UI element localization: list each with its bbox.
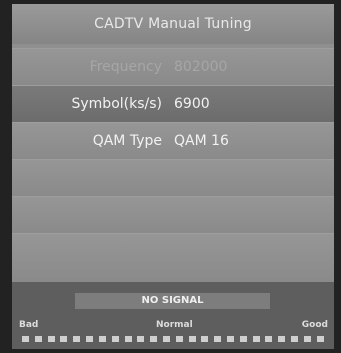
dialog-title: CADTV Manual Tuning: [12, 4, 334, 44]
symbol-rate-value[interactable]: 6900: [174, 86, 210, 122]
empty-row: [12, 233, 334, 282]
meter-segment: [111, 336, 119, 342]
frequency-label: Frequency: [89, 59, 162, 75]
meter-segment: [227, 336, 234, 342]
signal-level-bad-label: Bad: [19, 320, 39, 330]
signal-level-good-label: Good: [301, 320, 328, 330]
meter-segment: [162, 336, 170, 342]
meter-segment: [137, 336, 145, 342]
meter-segment: [252, 336, 260, 342]
meter-segment: [278, 336, 286, 342]
meter-segment: [60, 336, 68, 342]
empty-row: [12, 196, 334, 233]
meter-segment: [239, 336, 247, 342]
signal-strength-meter: [22, 336, 324, 342]
meter-segment: [98, 336, 106, 342]
empty-row: [12, 159, 334, 196]
frequency-value[interactable]: 802000: [174, 49, 227, 85]
symbol-rate-label: Symbol(ks/s): [71, 96, 163, 112]
meter-segment: [34, 336, 42, 342]
frequency-row[interactable]: Frequency 802000: [12, 48, 334, 85]
meter-segment: [124, 336, 132, 342]
signal-level-normal-label: Normal: [156, 320, 193, 330]
signal-status-bar: NO SIGNAL: [75, 293, 270, 309]
signal-panel: NO SIGNAL Bad Normal Good: [12, 282, 334, 349]
meter-segment: [47, 336, 55, 342]
meter-segment: [86, 336, 94, 342]
meter-segment: [73, 336, 81, 342]
meter-segment: [303, 336, 311, 342]
meter-segment: [22, 336, 29, 342]
meter-segment: [150, 336, 158, 342]
qam-type-label: QAM Type: [92, 133, 162, 149]
qam-type-row[interactable]: QAM Type QAM 16: [12, 122, 334, 159]
qam-type-value[interactable]: QAM 16: [174, 123, 229, 159]
meter-segment: [265, 336, 273, 342]
meter-segment: [188, 336, 196, 342]
manual-tuning-dialog: CADTV Manual Tuning Frequency 802000 Sym…: [12, 4, 334, 349]
meter-segment: [214, 336, 222, 342]
meter-segment: [201, 336, 209, 342]
meter-segment: [316, 336, 324, 342]
symbol-rate-row[interactable]: Symbol(ks/s) 6900: [12, 85, 334, 122]
tv-screen: CADTV Manual Tuning Frequency 802000 Sym…: [0, 0, 341, 353]
meter-segment: [291, 336, 299, 342]
meter-segment: [175, 336, 183, 342]
